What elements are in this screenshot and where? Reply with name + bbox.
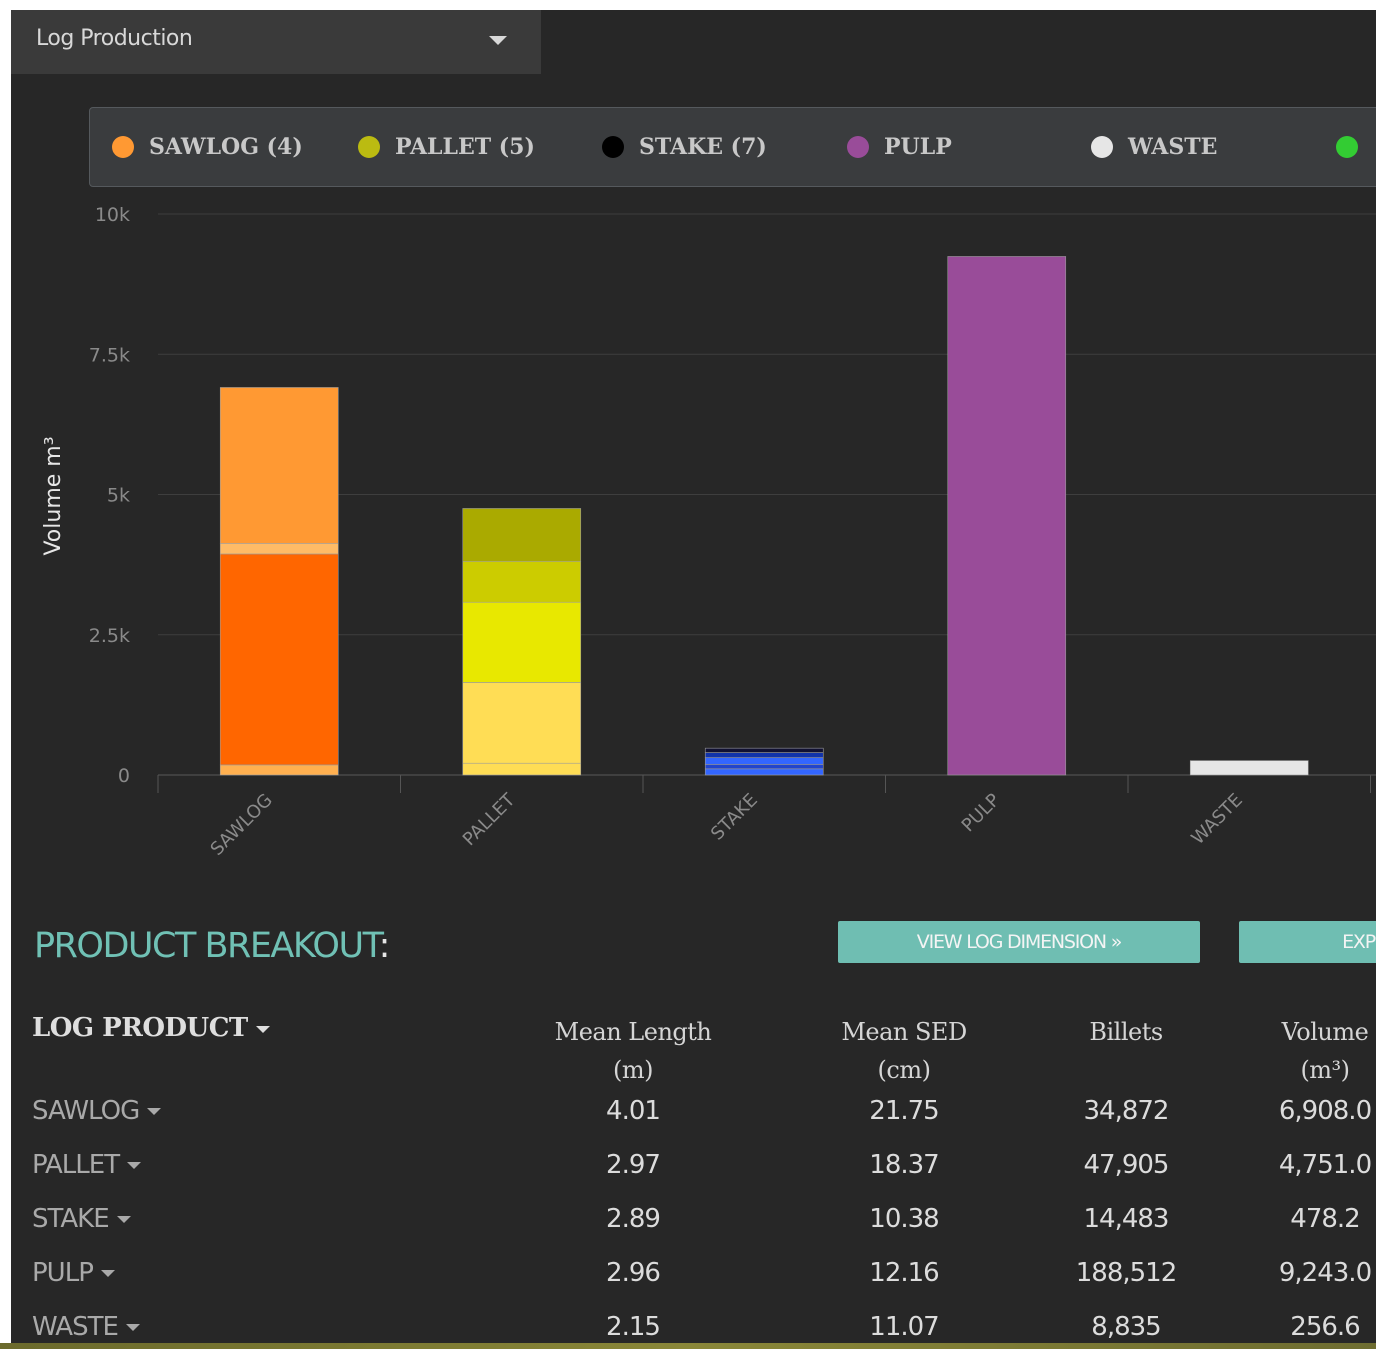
- row-product-label: PALLET: [32, 1150, 120, 1180]
- table-row[interactable]: PULP 2.96 12.16 188,512 9,243.0: [11, 1258, 1376, 1310]
- expand-caret-icon: [147, 1108, 162, 1115]
- y-axis-label: Volume m³: [41, 436, 66, 555]
- bar-segment: [704, 752, 824, 758]
- row-mean-sed: 18.37: [869, 1150, 939, 1180]
- volume-header: Volume (m³): [1255, 1013, 1376, 1089]
- bar-segment: [1189, 760, 1309, 776]
- row-product-name[interactable]: PULP: [32, 1258, 115, 1288]
- row-mean-sed: 10.38: [869, 1204, 939, 1234]
- x-tick-label: WASTE: [1187, 790, 1246, 849]
- bar-segment: [704, 757, 824, 765]
- product-breakout-title: PRODUCT BREAKOUT:: [34, 926, 391, 966]
- log-product-header-label: LOG PRODUCT: [32, 1013, 248, 1043]
- breakout-title-colon: :: [378, 926, 391, 966]
- mean-sed-header-line2: (cm): [877, 1056, 931, 1084]
- mean-length-header-line1: Mean Length: [554, 1018, 712, 1046]
- row-product-label: STAKE: [32, 1204, 110, 1234]
- log-production-panel: Log Production SAWLOG (4) PALLET (5) STA…: [11, 10, 1376, 1343]
- bar-segment: [704, 747, 824, 753]
- bar-segment: [704, 768, 824, 776]
- bar-segment: [219, 387, 339, 544]
- bottom-edge-strip: [0, 1343, 1376, 1349]
- mean-sed-header: Mean SED (cm): [804, 1013, 1004, 1089]
- breakout-title-text: PRODUCT BREAKOUT: [34, 926, 380, 966]
- x-tick-label: PALLET: [459, 789, 520, 850]
- row-billets: 8,835: [1091, 1312, 1161, 1342]
- bar-segment: [462, 762, 582, 776]
- bar-segment: [462, 508, 582, 562]
- row-mean-sed: 11.07: [869, 1312, 939, 1342]
- y-tick-label: 0: [118, 765, 130, 787]
- expand-caret-icon: [116, 1216, 131, 1223]
- bar-segment: [462, 682, 582, 764]
- log-product-header[interactable]: LOG PRODUCT: [32, 1013, 270, 1043]
- table-row[interactable]: WASTE 2.15 11.07 8,835 256.6: [11, 1312, 1376, 1343]
- row-volume: 9,243.0: [1278, 1258, 1372, 1288]
- row-mean-sed: 12.16: [869, 1258, 939, 1288]
- row-billets: 14,483: [1083, 1204, 1170, 1234]
- row-product-name[interactable]: WASTE: [32, 1312, 140, 1342]
- bar-segment: [462, 560, 582, 603]
- expand-caret-icon: [127, 1162, 142, 1169]
- row-billets: 34,872: [1083, 1096, 1170, 1126]
- row-mean-sed: 21.75: [869, 1096, 939, 1126]
- row-billets: 188,512: [1075, 1258, 1178, 1288]
- sort-caret-icon: [255, 1025, 270, 1033]
- y-tick-label: 2.5k: [89, 625, 130, 647]
- row-product-name[interactable]: SAWLOG: [32, 1096, 162, 1126]
- volume-bar-chart: 0 2.5k 5k 7.5k 10k Volume m³ SAWLOG PALLET STAKE…: [41, 204, 1376, 860]
- bar-segment: [947, 256, 1067, 776]
- bar-segment: [219, 553, 339, 766]
- table-row[interactable]: STAKE 2.89 10.38 14,483 478.2: [11, 1204, 1376, 1256]
- billets-header: Billets: [1036, 1013, 1216, 1051]
- row-product-label: WASTE: [32, 1312, 119, 1342]
- row-volume: 6,908.0: [1278, 1096, 1372, 1126]
- row-mean-length: 2.89: [606, 1204, 661, 1234]
- volume-header-line2: (m³): [1300, 1056, 1350, 1084]
- row-mean-length: 2.97: [606, 1150, 661, 1180]
- table-row[interactable]: SAWLOG 4.01 21.75 34,872 6,908.0: [11, 1096, 1376, 1148]
- row-volume: 478.2: [1290, 1204, 1360, 1234]
- view-log-dimension-button[interactable]: VIEW LOG DIMENSION »: [838, 921, 1200, 963]
- expand-caret-icon: [100, 1270, 115, 1277]
- bar-segment: [704, 764, 824, 770]
- y-tick-label: 5k: [107, 485, 130, 507]
- mean-length-header: Mean Length (m): [533, 1013, 733, 1089]
- row-mean-length: 2.96: [606, 1258, 661, 1288]
- row-mean-length: 4.01: [606, 1096, 661, 1126]
- x-tick-label: PULP: [958, 790, 1005, 837]
- mean-sed-header-line1: Mean SED: [841, 1018, 967, 1046]
- y-tick-label: 10k: [95, 204, 130, 226]
- table-row[interactable]: PALLET 2.97 18.37 47,905 4,751.0: [11, 1150, 1376, 1202]
- row-product-label: PULP: [32, 1258, 94, 1288]
- mean-length-header-line2: (m): [613, 1056, 653, 1084]
- bar-segment: [219, 764, 339, 776]
- row-billets: 47,905: [1083, 1150, 1170, 1180]
- x-tick-label: SAWLOG: [207, 790, 277, 860]
- y-tick-label: 7.5k: [89, 344, 130, 366]
- bar-segment: [219, 543, 339, 555]
- row-product-name[interactable]: STAKE: [32, 1204, 131, 1234]
- export-button[interactable]: EXP: [1239, 921, 1376, 963]
- billets-header-label: Billets: [1089, 1018, 1163, 1046]
- bar-segment: [462, 601, 582, 683]
- x-tick-label: STAKE: [707, 790, 762, 845]
- row-volume: 4,751.0: [1278, 1150, 1372, 1180]
- expand-caret-icon: [125, 1324, 140, 1331]
- volume-header-line1: Volume: [1281, 1018, 1369, 1046]
- row-product-label: SAWLOG: [32, 1096, 140, 1126]
- row-product-name[interactable]: PALLET: [32, 1150, 142, 1180]
- row-volume: 256.6: [1290, 1312, 1360, 1342]
- row-mean-length: 2.15: [606, 1312, 661, 1342]
